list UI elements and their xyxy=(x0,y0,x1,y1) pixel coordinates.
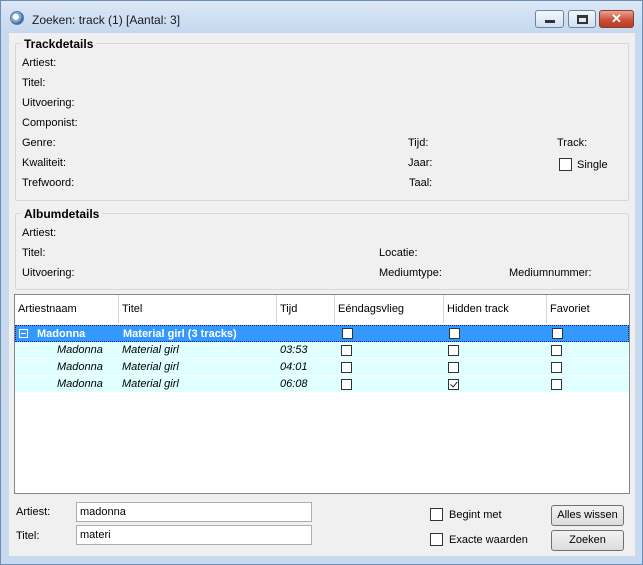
trackdetails-title: Trackdetails xyxy=(21,37,97,51)
track-kwaliteit-label: Kwaliteit: xyxy=(22,157,67,169)
track-tijd-label: Tijd: xyxy=(408,137,429,149)
group-favoriet-checkbox[interactable] xyxy=(552,328,563,339)
track-jaar-label: Jaar: xyxy=(408,157,433,169)
group-eendagsvlieg-checkbox[interactable] xyxy=(342,328,353,339)
track-uitvoering-label: Uitvoering: xyxy=(22,97,75,109)
row-title: Material girl xyxy=(122,344,179,356)
row-title: Material girl xyxy=(122,378,179,390)
row-favoriet-checkbox[interactable] xyxy=(551,362,562,373)
search-button[interactable]: Zoeken xyxy=(551,530,624,551)
track-taal-label: Taal: xyxy=(409,177,433,189)
search-artiest-label: Artiest: xyxy=(16,506,51,518)
single-label: Single xyxy=(577,159,608,171)
begint-met-checkbox[interactable] xyxy=(430,508,443,521)
row-eendagsvlieg-checkbox[interactable] xyxy=(341,362,352,373)
column-header-tijd[interactable]: Tijd xyxy=(277,295,335,323)
trackdetails-group: Trackdetails Artiest: Titel: Uitvoering:… xyxy=(15,37,629,201)
track-track-label: Track: xyxy=(557,137,588,149)
begint-met-label: Begint met xyxy=(449,509,502,521)
clear-all-button[interactable]: Alles wissen xyxy=(551,505,624,526)
album-titel-label: Titel: xyxy=(22,247,46,259)
table-row[interactable]: Madonna Material girl 03:53 xyxy=(15,342,629,359)
track-genre-label: Genre: xyxy=(22,137,56,149)
title-bar[interactable]: Zoeken: track (1) [Aantal: 3] ✕ xyxy=(1,1,642,33)
table-row[interactable]: Madonna Material girl 06:08 xyxy=(15,376,629,393)
maximize-button[interactable] xyxy=(568,10,596,28)
track-titel-label: Titel: xyxy=(22,77,46,89)
group-artist: Madonna xyxy=(37,328,86,340)
artiest-input[interactable]: madonna xyxy=(76,502,312,522)
search-titel-label: Titel: xyxy=(16,530,40,542)
titel-input[interactable]: materi xyxy=(76,525,312,545)
column-header-favoriet[interactable]: Favoriet xyxy=(547,295,629,323)
minimize-button[interactable] xyxy=(535,10,564,28)
column-header-hidden-track[interactable]: Hidden track xyxy=(444,295,547,323)
row-hidden-checkbox[interactable] xyxy=(448,345,459,356)
single-checkbox[interactable] xyxy=(559,158,572,171)
track-artiest-label: Artiest: xyxy=(22,57,57,69)
row-favoriet-checkbox[interactable] xyxy=(551,345,562,356)
row-artist: Madonna xyxy=(57,361,103,373)
row-hidden-checkbox[interactable] xyxy=(448,379,459,390)
row-title: Material girl xyxy=(122,361,179,373)
results-grid[interactable]: Artiestnaam Titel Tijd Eéndagsvlieg Hidd… xyxy=(14,294,630,494)
close-icon: ✕ xyxy=(611,11,622,26)
column-header-titel[interactable]: Titel xyxy=(119,295,277,323)
album-uitvoering-label: Uitvoering: xyxy=(22,267,75,279)
exacte-waarden-checkbox[interactable] xyxy=(430,533,443,546)
album-mediumtype-label: Mediumtype: xyxy=(379,267,442,279)
row-time: 04:01 xyxy=(280,361,308,373)
row-artist: Madonna xyxy=(57,378,103,390)
row-hidden-checkbox[interactable] xyxy=(448,362,459,373)
table-row[interactable]: Madonna Material girl 04:01 xyxy=(15,359,629,376)
track-componist-label: Componist: xyxy=(22,117,78,129)
group-row[interactable]: Madonna Material girl (3 tracks) xyxy=(15,325,629,342)
window-title: Zoeken: track (1) [Aantal: 3] xyxy=(32,13,181,27)
maximize-icon xyxy=(577,15,588,24)
row-favoriet-checkbox[interactable] xyxy=(551,379,562,390)
albumdetails-title: Albumdetails xyxy=(21,207,103,221)
close-button[interactable]: ✕ xyxy=(599,10,634,28)
row-time: 03:53 xyxy=(280,344,308,356)
track-trefwoord-label: Trefwoord: xyxy=(22,177,75,189)
row-time: 06:08 xyxy=(280,378,308,390)
column-header-eendagsvlieg[interactable]: Eéndagsvlieg xyxy=(335,295,444,323)
row-eendagsvlieg-checkbox[interactable] xyxy=(341,379,352,390)
albumdetails-group: Albumdetails Artiest: Titel: Uitvoering:… xyxy=(15,207,629,290)
album-mediumnummer-label: Mediumnummer: xyxy=(509,267,592,279)
exacte-waarden-label: Exacte waarden xyxy=(449,534,528,546)
row-eendagsvlieg-checkbox[interactable] xyxy=(341,345,352,356)
minimize-icon xyxy=(545,20,555,23)
row-artist: Madonna xyxy=(57,344,103,356)
client-area: Trackdetails Artiest: Titel: Uitvoering:… xyxy=(9,33,635,556)
search-window: Zoeken: track (1) [Aantal: 3] ✕ Trackdet… xyxy=(0,0,643,565)
collapse-icon[interactable] xyxy=(19,329,28,338)
group-title: Material girl (3 tracks) xyxy=(123,328,237,340)
column-header-artiestnaam[interactable]: Artiestnaam xyxy=(15,295,119,323)
search-app-icon xyxy=(10,11,24,25)
group-hidden-checkbox[interactable] xyxy=(449,328,460,339)
album-locatie-label: Locatie: xyxy=(379,247,418,259)
album-artiest-label: Artiest: xyxy=(22,227,57,239)
